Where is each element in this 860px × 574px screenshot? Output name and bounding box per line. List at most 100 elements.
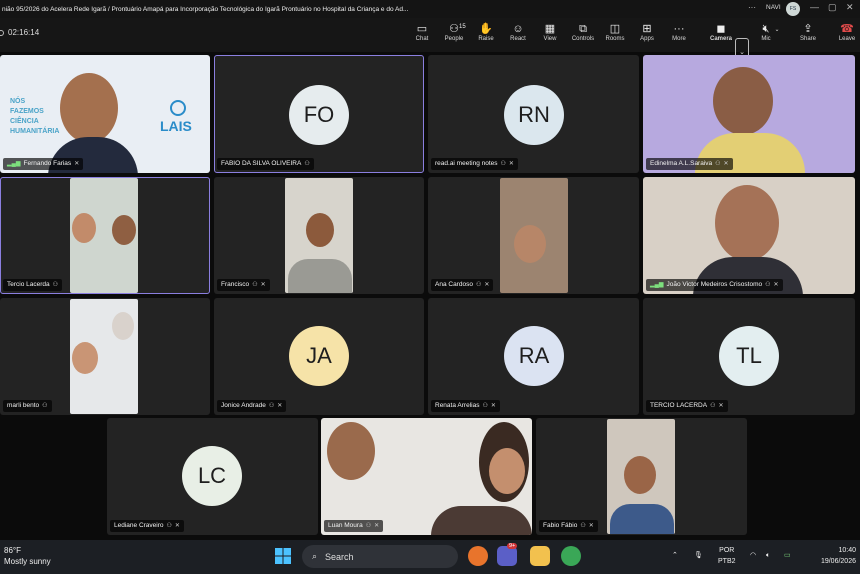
pin-icon: ⚇	[166, 523, 172, 529]
more-options-icon[interactable]: ···	[748, 3, 756, 12]
file-explorer-icon[interactable]	[530, 546, 550, 566]
participant-tile-lediane[interactable]: LC Lediane Craveiro ⚇ ✕	[107, 418, 318, 535]
ellipsis-icon: ···	[673, 23, 685, 35]
close-icon[interactable]: ✕	[846, 2, 854, 13]
participant-name: Fabio Fábio	[543, 522, 578, 529]
meeting-timer: 02:16:14	[0, 28, 39, 37]
clock[interactable]: 10:40 19/06/2026	[808, 545, 856, 567]
participant-face	[624, 456, 656, 494]
timer-text: 02:16:14	[8, 28, 40, 37]
participant-label: Fabio Fábio ⚇ ✕	[539, 520, 598, 532]
people-button[interactable]: ⚇ 15 People	[436, 22, 472, 42]
pin-icon: ⚇	[268, 403, 275, 409]
participant-tile-tercio-lacerda[interactable]: TL TERCIO LACERDA ⚇ ✕	[643, 298, 855, 415]
taskbar-search[interactable]: ⌕ Search	[302, 545, 458, 568]
mic-muted-icon: ✕	[277, 403, 283, 409]
maximize-icon[interactable]: ▢	[828, 2, 837, 13]
language-indicator[interactable]: POR PTB2	[718, 545, 736, 567]
participant-tile-fernando[interactable]: NÓS FAZEMOS CIÊNCIA HUMANITÁRIA LAIS ▂▄▆…	[0, 55, 210, 173]
participant-tile-marli[interactable]: marli bento ⚇	[0, 298, 210, 415]
banner-text: NÓS FAZEMOS CIÊNCIA HUMANITÁRIA	[10, 97, 59, 137]
participant-label: ▂▄▆ Fernando Farias ✕	[3, 158, 84, 170]
participant-label: TERCIO LACERDA ⚇ ✕	[646, 400, 728, 412]
participant-name: read.ai meeting notes	[435, 160, 498, 167]
avatar[interactable]: FS	[786, 2, 800, 16]
mic-label: Mic	[761, 36, 771, 42]
participant-tile-read-ai[interactable]: RN read.ai meeting notes ⚇ ✕	[428, 55, 639, 173]
teams-icon[interactable]: 9+	[497, 543, 518, 566]
hand-icon: ✋	[479, 23, 493, 35]
raise-hand-button[interactable]: ✋ Raise	[468, 22, 504, 42]
participant-face	[327, 422, 375, 480]
react-button[interactable]: ☺ React	[500, 22, 536, 42]
view-label: View	[543, 36, 557, 42]
participant-tile-fabio-oliveira[interactable]: FO FABIO DA SILVA OLIVEIRA ⚇	[214, 55, 424, 173]
apps-button[interactable]: ⊞ Apps	[629, 22, 665, 42]
participant-tile-renata[interactable]: RA Renata Arrelias ⚇ ✕	[428, 298, 639, 415]
pin-icon: ⚇	[710, 403, 716, 409]
participant-name: Ana Cardoso	[435, 281, 473, 288]
more-button[interactable]: ··· More	[661, 22, 697, 42]
banner-line: HUMANITÁRIA	[10, 128, 60, 135]
participant-initials: LC	[182, 446, 242, 506]
participant-body	[288, 259, 352, 293]
search-placeholder: Search	[325, 551, 354, 562]
participant-tile-jonice[interactable]: JA Jonice Andrade ⚇ ✕	[214, 298, 424, 415]
pin-icon: ⚇	[475, 282, 482, 288]
chevron-up-icon[interactable]: ⌃	[672, 550, 678, 561]
controls-button[interactable]: ⧉ Controls	[565, 22, 601, 42]
participant-initials: JA	[289, 326, 349, 386]
speaker-icon[interactable]: 🔈︎	[766, 550, 770, 561]
camera-button[interactable]: ◼ Camera	[703, 22, 739, 42]
banner-line: CIÊNCIA	[10, 118, 39, 125]
battery-icon[interactable]: ▭	[784, 550, 791, 561]
firefox-icon[interactable]	[468, 546, 488, 566]
mic-options-chevron-icon[interactable]: ⌄	[768, 26, 786, 33]
wifi-icon[interactable]: ◠	[750, 550, 756, 561]
participant-label: Renata Arrelias ⚇ ✕	[431, 400, 500, 412]
minimize-icon[interactable]: —	[810, 2, 819, 12]
signal-bars-icon: ▂▄▆	[650, 282, 664, 288]
participant-tile-joao[interactable]: ▂▄▆ João Victor Medeiros Crisostomo ⚇ ✕	[643, 177, 855, 294]
people-label: People	[444, 36, 464, 42]
participant-tile-tercio[interactable]: Tercio Lacerda ⚇	[0, 177, 210, 294]
share-icon: ⇪	[803, 23, 813, 35]
banner-line: NÓS	[10, 98, 26, 105]
view-button[interactable]: ▦ View	[532, 22, 568, 42]
smiley-icon: ☺	[512, 23, 524, 35]
chat-button[interactable]: ▭ Chat	[404, 22, 440, 42]
weather-widget[interactable]: 86°F Mostly sunny	[4, 545, 51, 567]
pin-icon: ⚇	[715, 161, 721, 167]
leave-button[interactable]: ☎ Leave	[832, 22, 860, 42]
windows-start-icon[interactable]	[275, 548, 291, 564]
participant-label: Edinelma A.L.Saraiva ⚇ ✕	[646, 158, 733, 170]
mic-muted-icon: ✕	[773, 282, 779, 288]
participant-tile-francisco[interactable]: Francisco ⚇ ✕	[214, 177, 424, 294]
pin-icon: ⚇	[580, 523, 586, 529]
participant-label: marli bento ⚇	[3, 400, 52, 412]
signal-bars-icon: ▂▄▆	[7, 161, 21, 167]
mic-muted-icon: ✕	[174, 523, 180, 529]
participant-label: Jonice Andrade ⚇ ✕	[217, 400, 287, 412]
shield-icon	[0, 29, 4, 36]
pin-icon: ⚇	[304, 161, 310, 167]
clock-date: 19/06/2026	[820, 558, 856, 565]
participant-tile-ana[interactable]: Ana Cardoso ⚇ ✕	[428, 177, 639, 294]
share-button[interactable]: ⇪ Share	[790, 22, 826, 42]
lais-logo-icon	[170, 100, 186, 116]
participant-tile-edinelma[interactable]: Edinelma A.L.Saraiva ⚇ ✕	[643, 55, 855, 173]
participant-face	[112, 312, 134, 340]
mic-muted-icon[interactable]: 🎙︎	[694, 550, 703, 561]
pin-icon: ⚇	[52, 282, 59, 288]
participant-name: TERCIO LACERDA	[650, 402, 708, 409]
mic-muted-icon: ✕	[588, 523, 594, 529]
rooms-label: Rooms	[605, 36, 625, 42]
pin-icon: ⚇	[500, 161, 506, 167]
participant-tile-fabio-fabio[interactable]: Fabio Fábio ⚇ ✕	[536, 418, 747, 535]
apps-label: Apps	[640, 36, 654, 42]
rooms-button[interactable]: ◫ Rooms	[597, 22, 633, 42]
apps-icon: ⊞	[642, 23, 652, 35]
chrome-icon[interactable]	[561, 546, 581, 566]
camera-icon: ◼	[716, 23, 726, 35]
participant-tile-luan[interactable]: Luan Moura ⚇ ✕	[321, 418, 532, 535]
